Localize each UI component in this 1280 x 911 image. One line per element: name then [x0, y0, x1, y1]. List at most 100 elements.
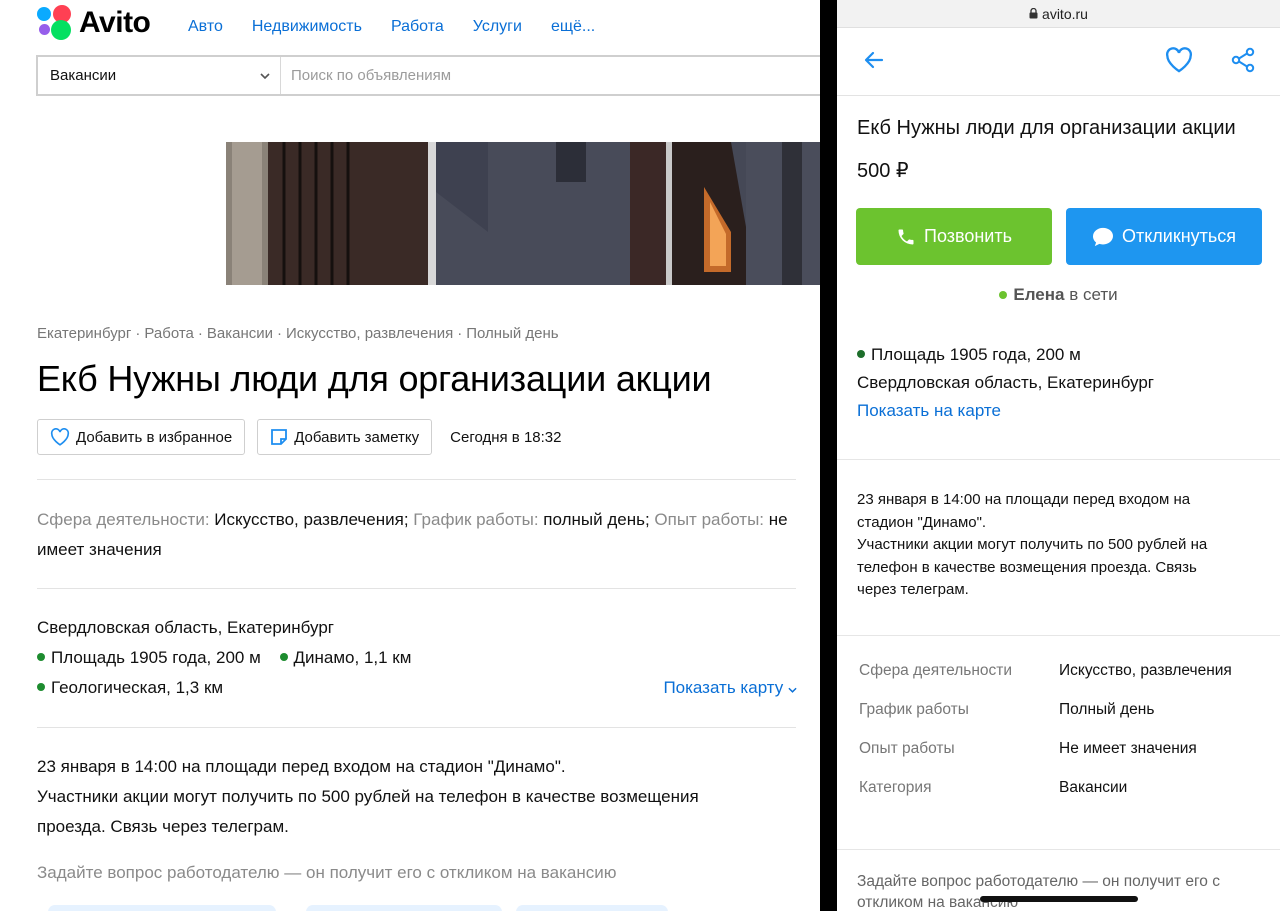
- publish-date: Сегодня в 18:32: [450, 428, 562, 446]
- search-bar: Вакансии: [36, 55, 820, 96]
- divider: [37, 727, 796, 728]
- add-favorite-button[interactable]: Добавить в избранное: [37, 419, 246, 455]
- listing-photo[interactable]: [226, 142, 820, 285]
- nav-jobs[interactable]: Работа: [391, 18, 444, 36]
- reply-label: Откликнуться: [1121, 226, 1237, 246]
- share-icon[interactable]: [1230, 47, 1256, 73]
- ask-employer-text: Задайте вопрос работодателю — он получит…: [857, 873, 1220, 911]
- breadcrumb-vacancies[interactable]: Вакансии: [207, 325, 273, 342]
- quick-question-button[interactable]: [306, 905, 502, 911]
- metro-station: Геологическая, 1,3 км: [51, 678, 224, 697]
- params-table: Сфера деятельности Искусство, развлечени…: [859, 662, 1269, 818]
- call-button[interactable]: Позвонить: [856, 208, 1052, 265]
- breadcrumb-fullday[interactable]: Полный день: [466, 325, 558, 342]
- show-map-label: Показать карту: [663, 678, 784, 697]
- divider: [837, 459, 1280, 460]
- param-value: полный день;: [543, 510, 650, 529]
- param-value: Не имеет значения: [1059, 740, 1197, 757]
- url-text: avito.ru: [1042, 5, 1088, 22]
- lock-icon: [1029, 8, 1038, 19]
- avito-logo-icon: [37, 5, 73, 41]
- heart-icon: [50, 428, 70, 446]
- quick-question-button[interactable]: [48, 905, 276, 911]
- breadcrumb-work[interactable]: Работа: [144, 325, 194, 342]
- chevron-down-icon: [788, 687, 797, 693]
- action-row: Добавить в избранное Добавить заметку Се…: [37, 419, 561, 455]
- nav-more[interactable]: ещё...: [551, 18, 595, 36]
- building-photo-image: [226, 142, 820, 285]
- description-line: проезда. Связь через телеграм.: [37, 817, 289, 836]
- param-key: Сфера деятельности:: [37, 510, 210, 529]
- breadcrumb-art[interactable]: Искусство, развлечения: [286, 325, 453, 342]
- param-value: Полный день: [1059, 701, 1155, 718]
- divider: [37, 479, 796, 480]
- param-key: Опыт работы: [859, 740, 955, 757]
- ask-employer-text: Задайте вопрос работодателю — он получит…: [37, 863, 617, 882]
- description: 23 января в 14:00 на площади перед входо…: [37, 752, 807, 842]
- description-line: 23 января в 14:00 на площади перед входо…: [37, 757, 566, 776]
- add-favorite-label: Добавить в избранное: [76, 428, 233, 446]
- url-bar[interactable]: avito.ru: [837, 0, 1280, 28]
- listing-title: Екб Нужны люди для организации акции: [857, 117, 1236, 139]
- search-input[interactable]: [281, 57, 820, 94]
- divider: [837, 635, 1280, 636]
- top-nav: Авто Недвижимость Работа Услуги ещё...: [188, 18, 595, 36]
- add-note-label: Добавить заметку: [294, 428, 420, 446]
- mobile-toolbar: [837, 28, 1280, 96]
- param-key: Опыт работы:: [654, 510, 765, 529]
- chat-bubble-icon: [1092, 227, 1113, 246]
- seller-status[interactable]: Елена в сети: [837, 285, 1280, 305]
- nav-auto[interactable]: Авто: [188, 18, 223, 36]
- param-value: Вакансии: [1059, 779, 1128, 796]
- breadcrumb-city[interactable]: Екатеринбург: [37, 325, 131, 342]
- description-line: Участники акции могут получить по 500 ру…: [857, 536, 1208, 553]
- params-block: Сфера деятельности: Искусство, развлечен…: [37, 505, 797, 565]
- metro-dot-icon: [37, 682, 45, 691]
- category-select[interactable]: Вакансии: [38, 57, 281, 94]
- description-line: Участники акции могут получить по 500 ру…: [37, 787, 699, 806]
- listing-price: 500 ₽: [857, 160, 909, 182]
- chevron-down-icon: [260, 72, 270, 79]
- param-value: Искусство, развлечения: [1059, 662, 1232, 679]
- param-key: График работы:: [413, 510, 539, 529]
- divider: [837, 849, 1280, 850]
- nav-services[interactable]: Услуги: [473, 18, 522, 36]
- description-line: телефон в качестве возмещения проезда. С…: [857, 558, 1197, 576]
- avito-logo[interactable]: Avito: [37, 5, 151, 41]
- online-dot-icon: [999, 290, 1008, 299]
- call-label: Позвонить: [924, 226, 1012, 246]
- param-row: Категория Вакансии: [859, 779, 1269, 818]
- show-on-map-link[interactable]: Показать на карте: [857, 397, 1154, 425]
- phone-icon: [898, 229, 914, 244]
- param-row: График работы Полный день: [859, 701, 1269, 740]
- home-indicator[interactable]: [980, 896, 1138, 902]
- seller-online-text: в сети: [1069, 285, 1118, 304]
- location-block: Площадь 1905 года, 200 м Свердловская об…: [857, 341, 1154, 425]
- show-map-link[interactable]: Показать карту: [663, 673, 797, 703]
- add-note-button[interactable]: Добавить заметку: [257, 419, 433, 455]
- desktop-page: Avito Авто Недвижимость Работа Услуги ещ…: [0, 0, 820, 911]
- metro-station: Площадь 1905 года, 200 м: [871, 345, 1081, 364]
- metro-line: Площадь 1905 года, 200 м: [857, 341, 1154, 369]
- reply-button[interactable]: Откликнуться: [1066, 208, 1262, 265]
- mobile-page: avito.ru Екб Нужны люди для организации …: [837, 0, 1280, 911]
- description-line: стадион "Динамо".: [857, 513, 987, 531]
- description-line: через телеграм.: [857, 581, 969, 598]
- param-key: График работы: [859, 701, 969, 718]
- description-line: 23 января в 14:00 на площади перед входо…: [857, 491, 1191, 508]
- region-text: Свердловская область, Екатеринбург: [857, 373, 1154, 392]
- metro-line: Площадь 1905 года, 200 м Динамо, 1,1 км: [37, 643, 797, 673]
- back-arrow-icon[interactable]: [862, 48, 886, 72]
- metro-station: Площадь 1905 года, 200 м: [51, 648, 261, 667]
- seller-name: Елена: [1013, 285, 1065, 304]
- quick-question-button[interactable]: [516, 905, 668, 911]
- param-row: Опыт работы Не имеет значения: [859, 740, 1269, 779]
- param-key: Категория: [859, 779, 932, 796]
- description: 23 января в 14:00 на площади перед входо…: [857, 489, 1257, 602]
- nav-realty[interactable]: Недвижимость: [252, 18, 362, 36]
- region-text: Свердловская область, Екатеринбург: [37, 618, 334, 637]
- location-block: Свердловская область, Екатеринбург Площа…: [37, 613, 797, 703]
- breadcrumb: Екатеринбург · Работа · Вакансии · Искусство, …: [37, 325, 559, 342]
- divider: [37, 588, 796, 589]
- heart-icon[interactable]: [1165, 47, 1193, 73]
